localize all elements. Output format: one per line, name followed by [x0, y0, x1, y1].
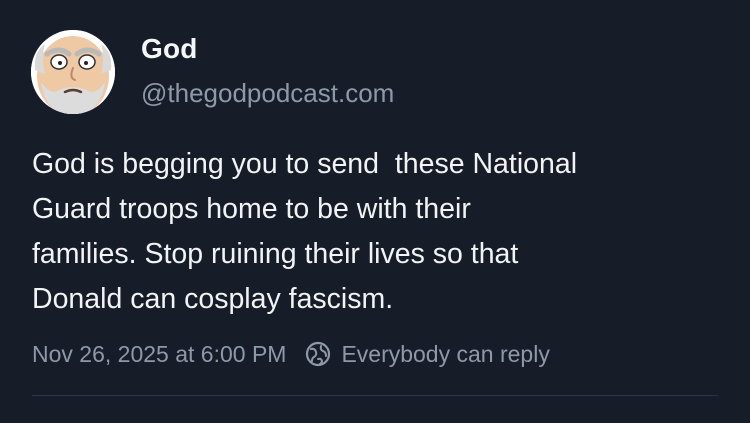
post-timestamp[interactable]: Nov 26, 2025 at 6:00 PM — [32, 341, 286, 368]
post: God @thegodpodcast.com God is begging yo… — [0, 0, 750, 423]
post-text: God is begging you to send these Nationa… — [32, 148, 578, 315]
author-display-name[interactable]: God — [141, 33, 198, 65]
post-meta-row: Nov 26, 2025 at 6:00 PM Everybody can re… — [32, 339, 550, 369]
author-handle[interactable]: @thegodpodcast.com — [141, 78, 394, 109]
cartoon-face-avatar-icon — [31, 30, 115, 114]
reply-setting-label: Everybody can reply — [341, 340, 550, 367]
reply-setting-button[interactable]: Everybody can reply — [304, 340, 550, 368]
globe-icon — [304, 340, 332, 368]
avatar[interactable] — [31, 30, 115, 114]
divider — [32, 395, 718, 396]
